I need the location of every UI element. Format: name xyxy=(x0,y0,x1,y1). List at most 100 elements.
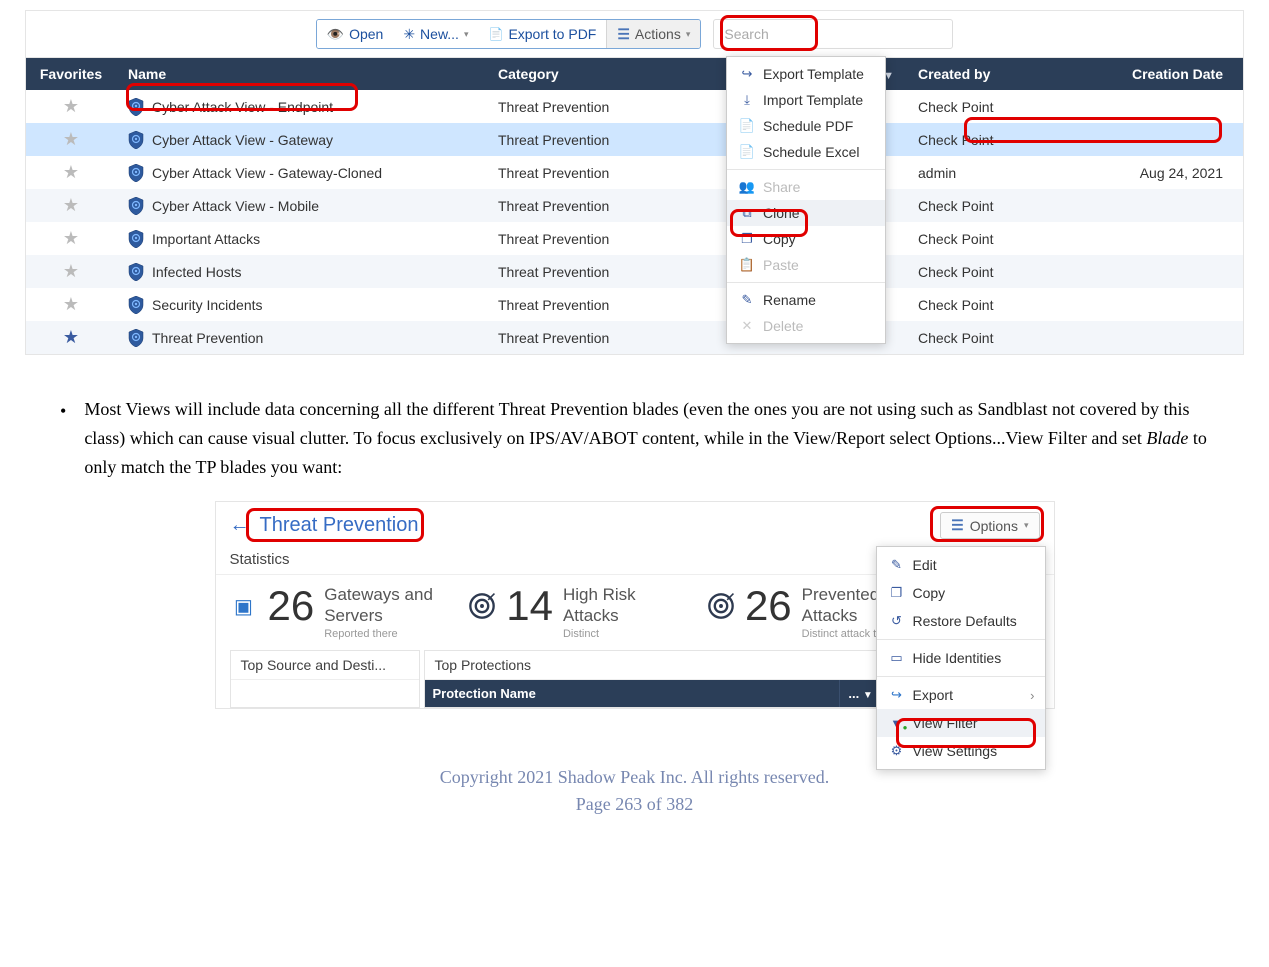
menu-schedule-pdf[interactable]: 📄Schedule PDF xyxy=(727,113,885,139)
export-pdf-button[interactable]: 📄 Export to PDF xyxy=(478,20,606,48)
row-name: Threat Prevention xyxy=(152,330,263,346)
bullet-icon: • xyxy=(60,397,66,481)
favorite-star[interactable]: ★ xyxy=(26,189,116,222)
menu-hide-identities[interactable]: ▭Hide Identities xyxy=(877,644,1045,672)
search-input[interactable]: Search xyxy=(713,19,953,49)
favorite-star[interactable]: ★ xyxy=(26,321,116,354)
table-row[interactable]: ★Cyber Attack View - EndpointThreat Prev… xyxy=(26,90,1243,123)
menu-schedule-excel[interactable]: 📄Schedule Excel xyxy=(727,139,885,165)
favorite-star[interactable]: ★ xyxy=(26,222,116,255)
creation-date-cell xyxy=(1056,288,1243,321)
menu-copy[interactable]: ❐Copy xyxy=(877,579,1045,607)
created-by-cell: Check Point xyxy=(906,189,1056,222)
row-name: Cyber Attack View - Endpoint xyxy=(152,99,333,115)
table-row[interactable]: ★Cyber Attack View - Gateway-ClonedThrea… xyxy=(26,156,1243,189)
page-footer: Copyright 2021 Shadow Peak Inc. All righ… xyxy=(0,764,1269,818)
menu-label: Restore Defaults xyxy=(913,613,1017,629)
favorite-star[interactable]: ★ xyxy=(26,288,116,321)
col-creation-date[interactable]: Creation Date xyxy=(1056,58,1243,90)
name-cell: Cyber Attack View - Endpoint xyxy=(116,90,486,123)
menu-rename[interactable]: ✎ Rename xyxy=(727,287,885,313)
creation-date-cell xyxy=(1056,189,1243,222)
paste-icon: 📋 xyxy=(739,257,755,273)
stat-sub: Distinct xyxy=(563,628,683,640)
views-table-screenshot: 👁️‍ Open ✳ New... ▾ 📄 Export to PDF ☰ Ac… xyxy=(25,10,1244,355)
menu-label: Paste xyxy=(763,257,799,273)
menu-copy[interactable]: ❐Copy xyxy=(727,226,885,252)
toolbar-group: 👁️‍ Open ✳ New... ▾ 📄 Export to PDF ☰ Ac… xyxy=(316,19,702,49)
menu-label: Copy xyxy=(913,585,946,601)
share-icon: 👥 xyxy=(739,179,755,195)
shield-icon xyxy=(128,164,144,182)
views-table: Favorites Name Category ▼ Created by Cre… xyxy=(26,58,1243,354)
stat-value: 26 xyxy=(745,585,792,627)
table-row[interactable]: ★Infected HostsThreat PreventionCheck Po… xyxy=(26,255,1243,288)
export-icon: ↪ xyxy=(889,687,905,703)
export-pdf-label: Export to PDF xyxy=(508,26,596,42)
menu-restore-defaults[interactable]: ↺Restore Defaults xyxy=(877,607,1045,635)
search-placeholder: Search xyxy=(724,26,768,42)
col-protection-name[interactable]: Protection Name xyxy=(425,680,841,707)
table-row[interactable]: ★Threat PreventionThreat PreventionCheck… xyxy=(26,321,1243,354)
chevron-down-icon: ▾ xyxy=(464,29,469,40)
col-name[interactable]: Name xyxy=(116,58,486,90)
name-cell: Cyber Attack View - Mobile xyxy=(116,189,486,222)
options-menu: ✎Edit ❐Copy ↺Restore Defaults ▭Hide Iden… xyxy=(876,546,1046,770)
menu-label: Clone xyxy=(763,205,800,221)
actions-label: Actions xyxy=(635,26,681,42)
menu-edit[interactable]: ✎Edit xyxy=(877,551,1045,579)
back-arrow-icon[interactable]: ← xyxy=(230,514,250,537)
table-row[interactable]: ★Important AttacksThreat PreventionCheck… xyxy=(26,222,1243,255)
menu-clone[interactable]: ⧉Clone xyxy=(727,200,885,226)
widget-top-src-dst[interactable]: Top Source and Desti... xyxy=(230,650,420,708)
pdf-icon: 📄 xyxy=(488,27,503,41)
menu-view-filter[interactable]: ▼●View Filter xyxy=(877,709,1045,737)
actions-button[interactable]: ☰ Actions ▾ xyxy=(606,20,700,48)
favorite-star[interactable]: ★ xyxy=(26,255,116,288)
instruction-paragraph: • Most Views will include data concernin… xyxy=(60,395,1209,481)
table-row[interactable]: ★Security IncidentsThreat PreventionChec… xyxy=(26,288,1243,321)
menu-label: Rename xyxy=(763,292,816,308)
menu-view-settings[interactable]: ⚙ View Settings xyxy=(877,737,1045,765)
created-by-cell: Check Point xyxy=(906,222,1056,255)
new-button[interactable]: ✳ New... ▾ xyxy=(393,20,478,48)
col-favorites[interactable]: Favorites xyxy=(26,58,116,90)
created-by-cell: Check Point xyxy=(906,90,1056,123)
table-row[interactable]: ★Cyber Attack View - MobileThreat Preven… xyxy=(26,189,1243,222)
col-created-by[interactable]: Created by xyxy=(906,58,1056,90)
menu-paste: 📋 Paste xyxy=(727,252,885,278)
actions-menu: ↪Export Template ⤓Import Template 📄Sched… xyxy=(726,56,886,344)
rename-icon: ✎ xyxy=(739,292,755,308)
favorite-star[interactable]: ★ xyxy=(26,156,116,189)
shield-icon xyxy=(128,296,144,314)
menu-label: Share xyxy=(763,179,800,195)
menu-export-template[interactable]: ↪Export Template xyxy=(727,61,885,87)
open-label: Open xyxy=(349,26,383,42)
created-by-cell: Check Point xyxy=(906,255,1056,288)
gear-icon: ⚙ xyxy=(889,743,905,759)
eye-icon: 👁️‍ xyxy=(327,26,344,43)
table-row[interactable]: ★Cyber Attack View - GatewayThreat Preve… xyxy=(26,123,1243,156)
filter-icon: ▼● xyxy=(889,716,905,731)
menu-label: Copy xyxy=(763,231,796,247)
created-by-cell: admin xyxy=(906,156,1056,189)
creation-date-cell xyxy=(1056,222,1243,255)
creation-date-cell xyxy=(1056,255,1243,288)
menu-export[interactable]: ↪Export› xyxy=(877,681,1045,709)
options-label: Options xyxy=(970,518,1018,534)
menu-label: Export xyxy=(913,687,953,703)
creation-date-cell xyxy=(1056,90,1243,123)
menu-label: View Settings xyxy=(913,743,998,759)
open-button[interactable]: 👁️‍ Open xyxy=(317,20,394,48)
stat-label: High Risk Attacks xyxy=(563,585,683,626)
menu-label: Schedule Excel xyxy=(763,144,860,160)
menu-label: Delete xyxy=(763,318,803,334)
favorite-star[interactable]: ★ xyxy=(26,123,116,156)
separator xyxy=(727,282,885,283)
shield-icon xyxy=(128,98,144,116)
copyright: Copyright 2021 Shadow Peak Inc. All righ… xyxy=(0,764,1269,791)
options-button[interactable]: ☰ Options ▾ xyxy=(940,512,1039,539)
menu-import-template[interactable]: ⤓Import Template xyxy=(727,87,885,113)
favorite-star[interactable]: ★ xyxy=(26,90,116,123)
pdf-icon: 📄 xyxy=(739,118,755,134)
